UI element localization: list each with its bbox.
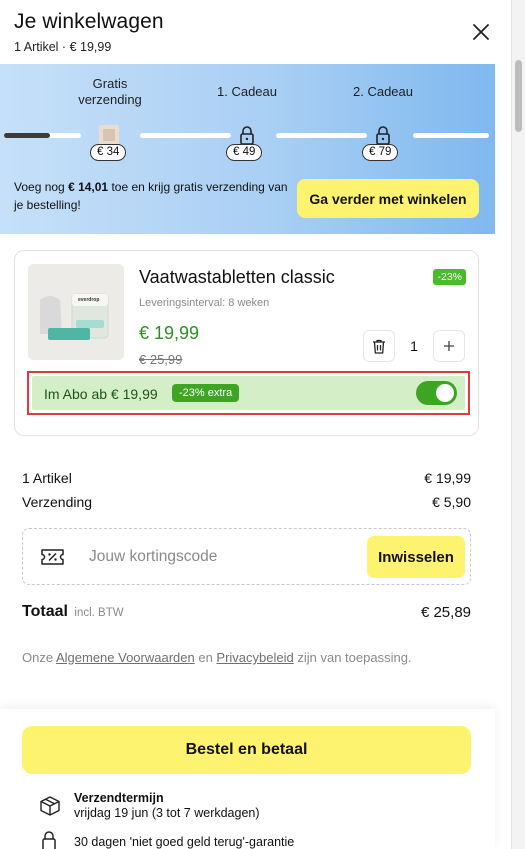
subscription-toggle[interactable] (416, 381, 457, 405)
free-shipping-message: Voeg nog € 14,01 toe en krijg gratis ver… (14, 178, 294, 214)
subscription-row[interactable]: Im Abo ab € 19,99 -23% extra (32, 376, 465, 410)
total-row: Totaal incl. BTW € 25,89 (22, 603, 471, 621)
scrollbar-thumb[interactable] (515, 60, 522, 132)
shipping-label: Verzending (22, 494, 93, 510)
product-old-price: € 25,99 (139, 352, 183, 367)
page-title: Je winkelwagen (14, 10, 164, 33)
total-value: € 25,89 (420, 604, 471, 621)
close-button[interactable] (470, 21, 492, 43)
package-icon (40, 796, 60, 816)
reward-progress-band: Gratis verzending 1. Cadeau 2. Cadeau € … (0, 64, 495, 234)
remaining-amount: € 14,01 (68, 180, 109, 194)
subscription-label: Im Abo ab € 19,99 (44, 386, 158, 402)
total-vat-note: incl. BTW (74, 607, 124, 619)
delivery-time-value: vrijdag 19 jun (3 tot 7 werkdagen) (74, 806, 260, 820)
total-label: Totaal (22, 603, 68, 620)
remove-item-button[interactable] (363, 330, 395, 362)
quantity-stepper: 1 (363, 330, 465, 362)
product-name[interactable]: Vaatwastabletten classic (139, 267, 335, 288)
cart-panel: Je winkelwagen 1 Artikel · € 19,99 Grati… (0, 0, 511, 849)
checkout-footer: Bestel en betaal Verzendtermijn vrijdag … (0, 709, 495, 849)
info-prefix: Voeg nog (14, 180, 69, 194)
redeem-button[interactable]: Inwisselen (367, 536, 465, 578)
privacy-link[interactable]: Privacybeleid (216, 650, 293, 665)
threshold-free-shipping: € 34 (90, 144, 127, 161)
lock-icon (371, 124, 395, 146)
threshold-gift-1: € 49 (226, 144, 263, 161)
product-image-brand: everdrop (78, 297, 100, 303)
terms-link[interactable]: Algemene Voorwaarden (56, 650, 195, 665)
cart-summary-subtitle: 1 Artikel · € 19,99 (14, 40, 112, 54)
quantity-value: 1 (410, 338, 418, 354)
items-subtotal-row: 1 Artikel € 19,99 (22, 470, 471, 486)
plus-icon (444, 341, 454, 351)
product-price: € 19,99 (139, 323, 200, 343)
terms-prefix: Onze (22, 650, 56, 665)
increase-quantity-button[interactable] (433, 330, 465, 362)
shipping-value: € 5,90 (432, 494, 471, 510)
lock-icon (235, 124, 259, 146)
free-shipping-product-icon (97, 124, 121, 146)
subscription-extra-badge: -23% extra (172, 384, 240, 402)
threshold-gift-2: € 79 (362, 144, 399, 161)
cart-item-card: everdrop Vaatwastabletten classic -23% L… (14, 250, 479, 436)
step-label-gift-2: 2. Cadeau (353, 84, 413, 99)
order-and-pay-button[interactable]: Bestel en betaal (22, 726, 471, 774)
step-label-gift-1: 1. Cadeau (217, 84, 277, 99)
delivery-interval: Leveringsinterval: 8 weken (139, 297, 270, 309)
progress-segment-1 (4, 133, 81, 138)
close-icon (473, 24, 489, 40)
coupon-input[interactable] (89, 545, 349, 569)
discount-badge: -23% (433, 269, 466, 285)
items-label: 1 Artikel (22, 470, 72, 486)
lock-icon (42, 831, 56, 849)
terms-notice: Onze Algemene Voorwaarden en Privacybele… (22, 650, 412, 665)
cart-header: Je winkelwagen 1 Artikel · € 19,99 (0, 0, 511, 64)
scrollbar[interactable] (511, 0, 525, 849)
shipping-row: Verzending € 5,90 (22, 494, 471, 510)
progress-segment-3 (276, 133, 367, 138)
terms-mid: en (194, 650, 217, 665)
progress-segment-2 (140, 133, 231, 138)
subscription-highlight: Im Abo ab € 19,99 -23% extra (27, 371, 470, 415)
continue-shopping-button[interactable]: Ga verder met winkelen (297, 179, 479, 218)
coupon-icon (41, 549, 64, 565)
delivery-time-title: Verzendtermijn (74, 791, 164, 805)
progress-segment-1-fill (4, 133, 51, 138)
product-image[interactable]: everdrop (28, 264, 124, 360)
coupon-box: Inwisselen (22, 528, 471, 585)
terms-suffix: zijn van toepassing. (293, 650, 412, 665)
trash-icon (373, 339, 385, 354)
progress-segment-4 (413, 133, 489, 138)
toggle-knob (436, 384, 454, 402)
items-value: € 19,99 (424, 470, 471, 486)
step-label-free-shipping: Gratis verzending (78, 76, 142, 107)
guarantee-text: 30 dagen 'niet goed geld terug'-garantie (74, 835, 295, 849)
